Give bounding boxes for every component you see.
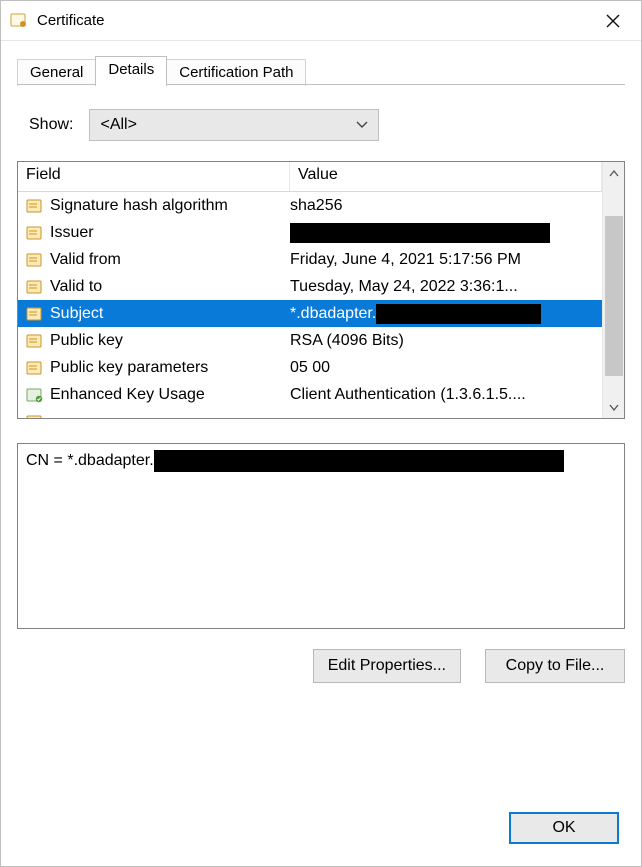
field-name: Public key <box>50 332 290 350</box>
list-body: Signature hash algorithmsha256IssuerVali… <box>18 192 602 418</box>
close-icon <box>606 14 620 28</box>
copy-to-file-button[interactable]: Copy to File... <box>485 649 625 683</box>
redacted-block <box>290 223 550 243</box>
chevron-down-icon <box>356 116 368 134</box>
tab-details[interactable]: Details <box>95 56 167 86</box>
tab-strip: General Details Certification Path <box>17 55 625 85</box>
certificate-dialog: Certificate General Details Certificatio… <box>0 0 642 867</box>
tab-general[interactable]: General <box>17 59 96 86</box>
v1-field-icon <box>24 304 46 324</box>
column-header-value[interactable]: Value <box>290 162 602 191</box>
redacted-block <box>376 304 541 324</box>
redacted-block <box>154 450 564 472</box>
v1-field-icon <box>24 277 46 297</box>
field-value: sha256 <box>290 197 602 215</box>
scroll-up-icon[interactable] <box>603 162 625 184</box>
field-value: RSA (4096 Bits) <box>290 332 602 350</box>
field-name: Valid to <box>50 278 290 296</box>
field-name: Valid from <box>50 251 290 269</box>
v1-field-icon <box>24 250 46 270</box>
field-value <box>290 223 602 243</box>
table-row[interactable]: Issuer <box>18 219 602 246</box>
show-filter-row: Show: <All> <box>29 109 625 141</box>
window-title: Certificate <box>37 12 593 29</box>
table-row[interactable]: Public key parameters05 00 <box>18 354 602 381</box>
v1-field-icon <box>24 223 46 243</box>
footer: OK <box>1 812 641 866</box>
v1-field-icon <box>24 358 46 378</box>
partial-row <box>18 408 602 418</box>
field-name: Issuer <box>50 224 290 242</box>
field-value: Client Authentication (1.3.6.1.5.... <box>290 386 602 404</box>
table-row[interactable]: Enhanced Key UsageClient Authentication … <box>18 381 602 408</box>
list-header: Field Value <box>18 162 602 192</box>
scroll-down-icon[interactable] <box>603 396 625 418</box>
field-name: Signature hash algorithm <box>50 197 290 215</box>
table-row[interactable]: Valid fromFriday, June 4, 2021 5:17:56 P… <box>18 246 602 273</box>
v1-field-icon <box>24 331 46 351</box>
table-row[interactable]: Public keyRSA (4096 Bits) <box>18 327 602 354</box>
show-select-value: <All> <box>100 116 136 134</box>
column-header-field[interactable]: Field <box>18 162 290 191</box>
titlebar: Certificate <box>1 1 641 41</box>
field-value: Friday, June 4, 2021 5:17:56 PM <box>290 251 602 269</box>
field-value: *.dbadapter. <box>290 304 602 324</box>
extension-field-icon <box>24 385 46 405</box>
tab-certification-path[interactable]: Certification Path <box>166 59 306 86</box>
content-area: General Details Certification Path Show:… <box>1 41 641 812</box>
scrollbar[interactable] <box>602 162 624 418</box>
detail-text: CN = *.dbadapter. <box>26 452 154 469</box>
field-name: Public key parameters <box>50 359 290 377</box>
table-row[interactable]: Valid toTuesday, May 24, 2022 3:36:1... <box>18 273 602 300</box>
show-select[interactable]: <All> <box>89 109 379 141</box>
table-row[interactable]: Signature hash algorithmsha256 <box>18 192 602 219</box>
table-row[interactable]: Subject*.dbadapter. <box>18 300 602 327</box>
field-value: Tuesday, May 24, 2022 3:36:1... <box>290 278 602 296</box>
edit-properties-button[interactable]: Edit Properties... <box>313 649 461 683</box>
ok-button[interactable]: OK <box>509 812 619 844</box>
show-label: Show: <box>29 116 73 134</box>
v1-field-icon <box>24 196 46 216</box>
certificate-icon <box>9 11 29 31</box>
button-row: Edit Properties... Copy to File... <box>17 649 625 683</box>
field-name: Enhanced Key Usage <box>50 386 290 404</box>
field-name: Subject <box>50 305 290 323</box>
fields-list[interactable]: Field Value Signature hash algorithmsha2… <box>17 161 625 419</box>
scroll-thumb[interactable] <box>605 216 623 376</box>
close-button[interactable] <box>593 3 633 39</box>
field-value: 05 00 <box>290 359 602 377</box>
field-detail-box[interactable]: CN = *.dbadapter. <box>17 443 625 629</box>
scroll-track[interactable] <box>603 184 625 396</box>
